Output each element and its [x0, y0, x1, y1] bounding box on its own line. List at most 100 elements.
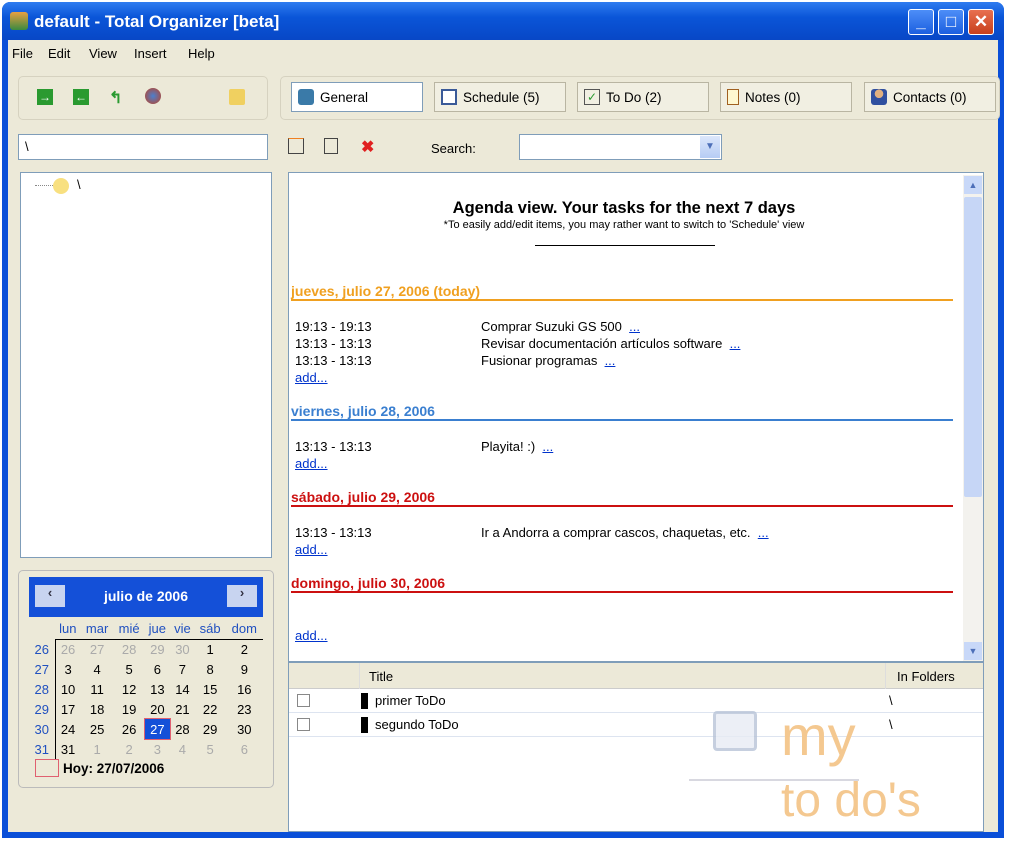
home-icon[interactable] [145, 88, 161, 104]
next-month-button[interactable]: › [227, 585, 257, 607]
menu-edit[interactable]: Edit [48, 46, 70, 61]
today-link[interactable]: Hoy: 27/07/2006 [63, 761, 164, 776]
maximize-button[interactable]: □ [938, 9, 964, 35]
tab-todo[interactable]: ✓ To Do (2) [577, 82, 709, 112]
tab-general[interactable]: General [291, 82, 423, 112]
calendar-day[interactable]: 30 [170, 639, 195, 659]
done-checkbox[interactable] [297, 694, 310, 707]
calendar-day[interactable]: 6 [226, 739, 263, 759]
calendar-day[interactable]: 5 [195, 739, 226, 759]
column-folders[interactable]: In Folders [897, 669, 955, 684]
calendar-day[interactable]: 2 [114, 739, 145, 759]
calendar-day[interactable]: 29 [195, 719, 226, 739]
calendar-day[interactable]: 6 [145, 659, 171, 679]
scroll-thumb[interactable] [964, 197, 982, 497]
calendar-day[interactable]: 27 [81, 639, 114, 659]
tab-contacts[interactable]: Contacts (0) [864, 82, 996, 112]
calendar-day[interactable]: 7 [170, 659, 195, 679]
item-more-link[interactable]: ... [542, 439, 553, 454]
item-more-link[interactable]: ... [758, 525, 769, 540]
item-title[interactable]: Ir a Andorra a comprar cascos, chaquetas… [481, 525, 751, 540]
add-item-link[interactable]: add... [295, 370, 328, 385]
menu-file[interactable]: File [12, 46, 33, 61]
calendar-day[interactable]: 30 [226, 719, 263, 739]
calendar-day[interactable]: 2 [226, 639, 263, 659]
chevron-down-icon[interactable]: ▼ [700, 136, 720, 158]
calendar-day[interactable]: 17 [55, 699, 81, 719]
calendar-day[interactable]: 29 [145, 639, 171, 659]
calendar-day[interactable]: 13 [145, 679, 171, 699]
add-item-link[interactable]: add... [295, 456, 328, 471]
calendar-day[interactable]: 28 [114, 639, 145, 659]
table-row[interactable]: segundo ToDo \ [289, 713, 983, 737]
menu-view[interactable]: View [89, 46, 117, 61]
calendar-day[interactable]: 9 [226, 659, 263, 679]
forward-icon[interactable]: → [37, 89, 53, 105]
add-item-link[interactable]: add... [295, 542, 328, 557]
calendar-day[interactable]: 20 [145, 699, 171, 719]
calendar-day[interactable]: 18 [81, 699, 114, 719]
calendar-day[interactable]: 21 [170, 699, 195, 719]
calendar-day[interactable]: 4 [81, 659, 114, 679]
calendar-day[interactable]: 26 [55, 639, 81, 659]
edit-item-icon[interactable] [324, 138, 338, 154]
calendar-day[interactable]: 3 [55, 659, 81, 679]
calendar-day[interactable]: 31 [55, 739, 81, 759]
item-more-link[interactable]: ... [730, 336, 741, 351]
calendar-day[interactable]: 12 [114, 679, 145, 699]
calendar-day[interactable]: 1 [81, 739, 114, 759]
calendar-day[interactable]: 24 [55, 719, 81, 739]
calendar-day[interactable]: 15 [195, 679, 226, 699]
path-input[interactable]: \ [18, 134, 268, 160]
tab-notes[interactable]: Notes (0) [720, 82, 852, 112]
scroll-down-icon[interactable]: ▼ [964, 642, 982, 660]
calendar-day[interactable]: 27 [143, 718, 172, 740]
calendar-day[interactable]: 16 [226, 679, 263, 699]
title-bar[interactable]: default - Total Organizer [beta] _ □ ✕ [2, 2, 1004, 40]
scroll-up-icon[interactable]: ▲ [964, 176, 982, 194]
new-item-icon[interactable] [288, 138, 304, 154]
item-title[interactable]: Fusionar programas [481, 353, 597, 368]
todo-folder: \ [889, 717, 893, 732]
item-more-link[interactable]: ... [605, 353, 616, 368]
done-checkbox[interactable] [297, 718, 310, 731]
delete-item-icon[interactable]: ✖ [361, 137, 377, 156]
table-row[interactable]: primer ToDo \ [289, 689, 983, 713]
item-title[interactable]: Revisar documentación artículos software [481, 336, 722, 351]
calendar-day[interactable]: 22 [195, 699, 226, 719]
menu-insert[interactable]: Insert [134, 46, 167, 61]
calendar-day[interactable]: 3 [145, 739, 171, 759]
calendar-day[interactable]: 5 [114, 659, 145, 679]
calendar-day[interactable]: 26 [114, 719, 145, 739]
add-item-link[interactable]: add... [295, 628, 328, 643]
item-title[interactable]: Playita! :) [481, 439, 535, 454]
item-title[interactable]: Comprar Suzuki GS 500 [481, 319, 622, 334]
calendar-day[interactable]: 28 [170, 719, 195, 739]
todo-title: primer ToDo [375, 693, 446, 708]
agenda-item: Fusionar programas ... [481, 353, 615, 368]
general-icon [298, 89, 314, 105]
close-button[interactable]: ✕ [968, 9, 994, 35]
calendar-day[interactable]: 4 [170, 739, 195, 759]
tree-root[interactable]: \ [77, 177, 81, 192]
calendar-day[interactable]: 14 [170, 679, 195, 699]
calendar-day[interactable]: 11 [81, 679, 114, 699]
tab-schedule[interactable]: Schedule (5) [434, 82, 566, 112]
tab-label: To Do (2) [606, 89, 662, 105]
calendar-day[interactable]: 23 [226, 699, 263, 719]
calendar-day[interactable]: 1 [195, 639, 226, 659]
menu-help[interactable]: Help [188, 46, 215, 61]
agenda-scrollbar[interactable]: ▲ ▼ [963, 175, 983, 661]
calendar-day[interactable]: 19 [114, 699, 145, 719]
search-combo[interactable]: ▼ [519, 134, 722, 160]
minimize-button[interactable]: _ [908, 9, 934, 35]
calendar-day[interactable]: 8 [195, 659, 226, 679]
up-icon[interactable]: ↰ [109, 88, 125, 107]
new-folder-icon[interactable] [229, 89, 245, 105]
column-title[interactable]: Title [369, 669, 393, 684]
divider [535, 245, 715, 246]
calendar-day[interactable]: 25 [81, 719, 114, 739]
calendar-day[interactable]: 10 [55, 679, 81, 699]
item-more-link[interactable]: ... [629, 319, 640, 334]
back-icon[interactable]: ← [73, 89, 89, 105]
